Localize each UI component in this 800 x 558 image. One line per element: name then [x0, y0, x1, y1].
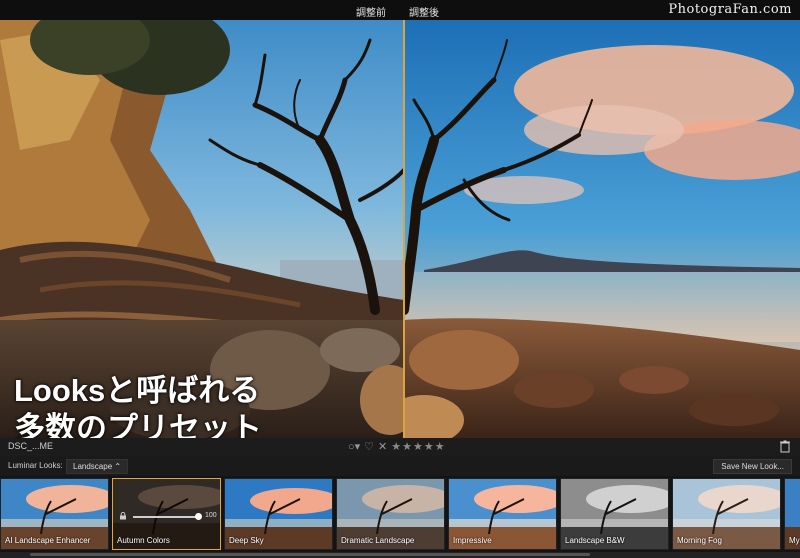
- scrollbar-thumb[interactable]: [30, 553, 590, 556]
- look-amount-slider[interactable]: 100: [119, 512, 217, 522]
- overlay-caption: Looksと呼ばれる 多数のプリセット: [14, 372, 262, 438]
- look-thumbnail[interactable]: Morning Fog: [672, 478, 781, 550]
- trash-icon[interactable]: [780, 440, 790, 453]
- after-label: 調整後: [409, 8, 439, 19]
- flag-icon[interactable]: ○▾: [348, 440, 360, 453]
- info-bar: DSC_...ME ○▾ ♡ ✕ ★★★★★: [0, 438, 800, 456]
- slider-knob[interactable]: [195, 513, 202, 520]
- look-name: Morning Fog: [677, 536, 722, 545]
- star-rating[interactable]: ★★★★★: [391, 440, 445, 453]
- look-name: Mys: [789, 536, 800, 545]
- look-name: AI Landscape Enhancer: [5, 536, 91, 545]
- save-new-look-button[interactable]: Save New Look...: [713, 459, 792, 474]
- look-thumbnail[interactable]: Deep Sky: [224, 478, 333, 550]
- looks-bar: Luminar Looks: Landscape ⌃ Save New Look…: [0, 456, 800, 476]
- before-label: 調整前: [356, 8, 386, 19]
- lock-icon[interactable]: [119, 512, 127, 520]
- compare-divider-handle[interactable]: [403, 20, 405, 438]
- rating-controls: ○▾ ♡ ✕ ★★★★★: [348, 440, 446, 453]
- look-thumbnail[interactable]: Mys: [784, 478, 800, 550]
- looks-label: Luminar Looks:: [8, 461, 63, 470]
- look-thumbnail-selected[interactable]: 100 Autumn Colors: [112, 478, 221, 550]
- heart-icon[interactable]: ♡: [364, 440, 374, 453]
- caption-line-2: 多数のプリセット: [14, 411, 262, 438]
- look-name: Autumn Colors: [117, 536, 170, 545]
- look-thumbnail[interactable]: Landscape B&W: [560, 478, 669, 550]
- watermark: PhotograFan.com: [668, 2, 792, 17]
- look-name: Deep Sky: [229, 536, 264, 545]
- look-name: Impressive: [453, 536, 492, 545]
- filename: DSC_...ME: [8, 441, 54, 451]
- after-image: [404, 20, 800, 438]
- look-name: Dramatic Landscape: [341, 536, 415, 545]
- photo-preview: Looksと呼ばれる 多数のプリセット: [0, 20, 800, 438]
- look-name: Landscape B&W: [565, 536, 625, 545]
- looks-thumbnail-strip: AI Landscape Enhancer 100 Autumn Colors …: [0, 476, 800, 552]
- look-thumbnail[interactable]: Impressive: [448, 478, 557, 550]
- look-thumbnail[interactable]: AI Landscape Enhancer: [0, 478, 109, 550]
- reject-icon[interactable]: ✕: [378, 440, 387, 453]
- slider-track[interactable]: [133, 516, 197, 518]
- looks-category-dropdown[interactable]: Landscape ⌃: [66, 459, 129, 474]
- caption-line-1: Looksと呼ばれる: [14, 373, 261, 408]
- top-bar: 調整前 調整後 PhotograFan.com: [0, 0, 800, 20]
- look-thumbnail[interactable]: Dramatic Landscape: [336, 478, 445, 550]
- amount-value: 100: [205, 512, 217, 519]
